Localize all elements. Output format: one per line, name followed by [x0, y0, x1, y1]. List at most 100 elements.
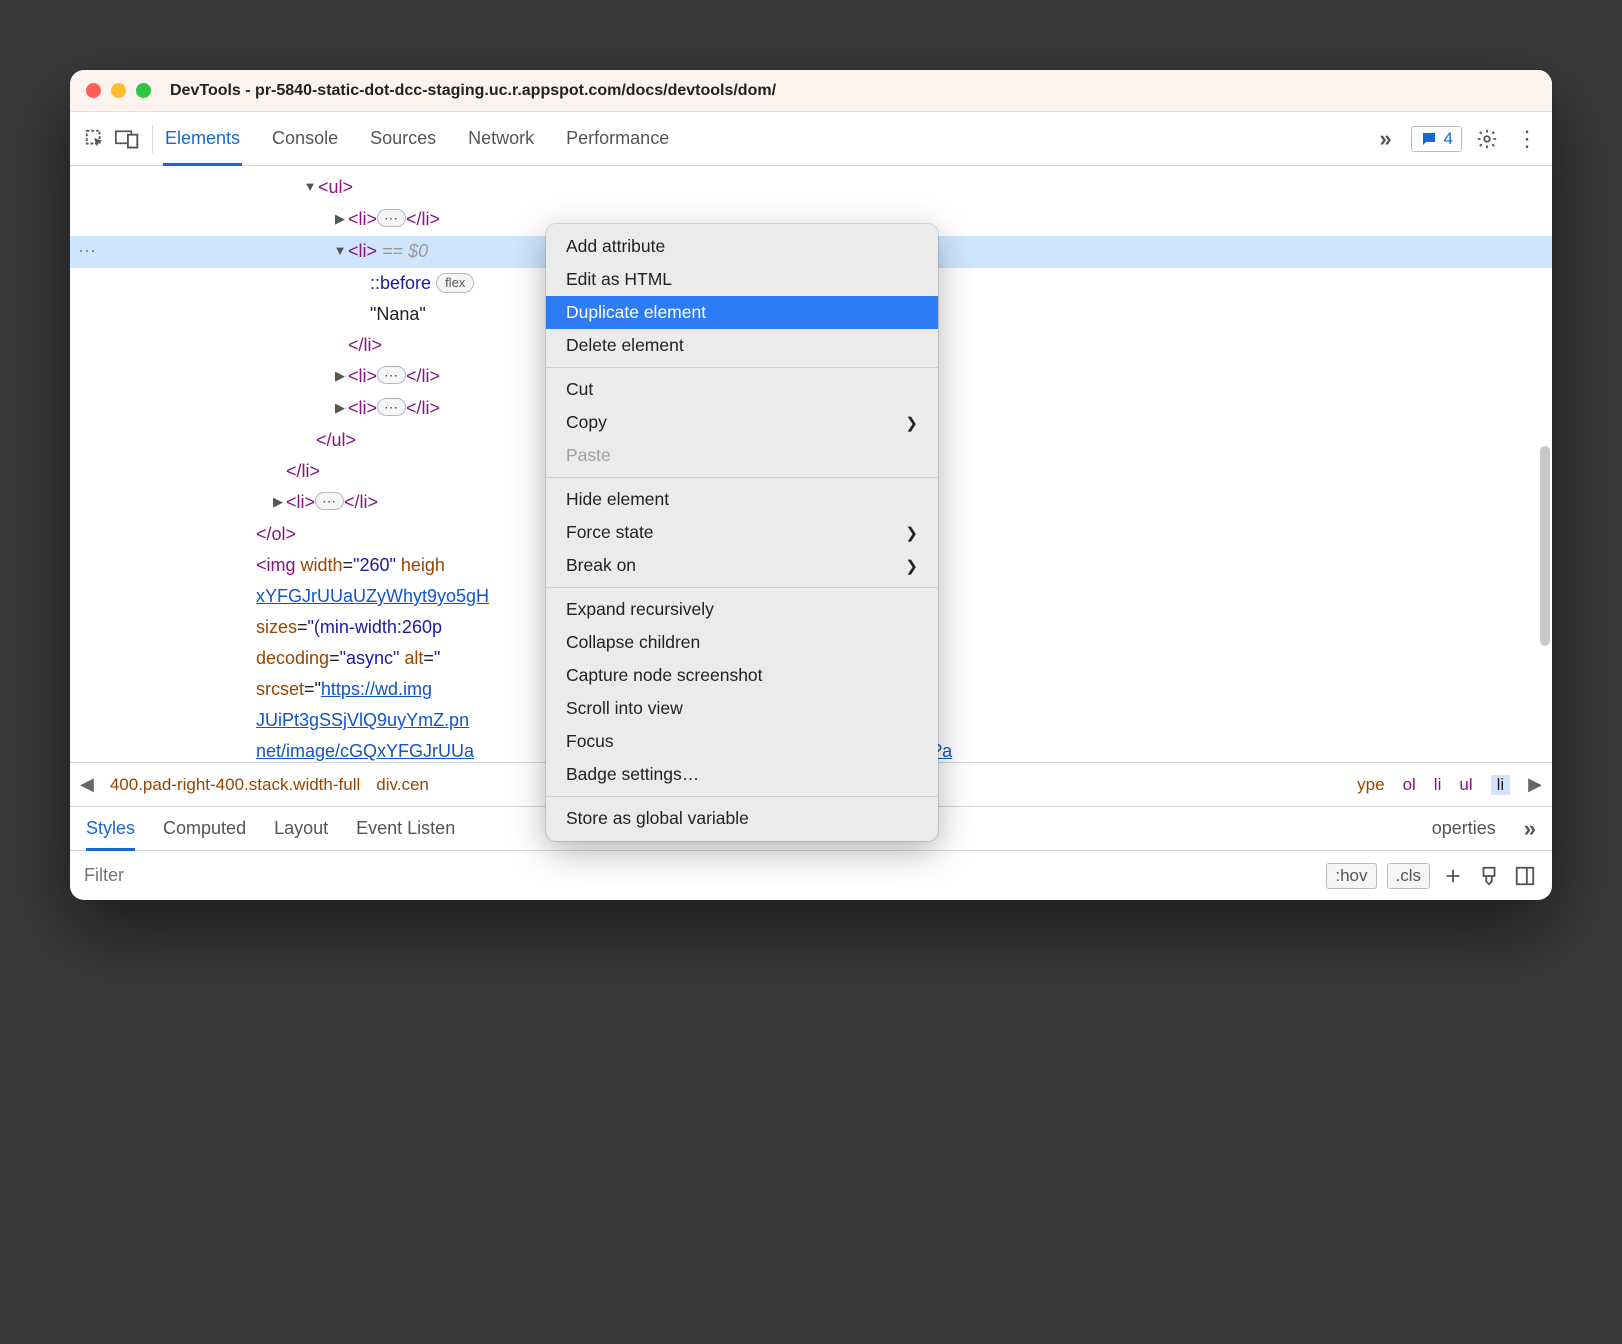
attr-width: width [296, 555, 343, 575]
styles-filter-bar: :hov .cls [70, 850, 1552, 900]
attr-sizes: sizes [256, 617, 297, 637]
subtab-styles[interactable]: Styles [86, 808, 135, 851]
more-subtabs-icon[interactable]: » [1524, 816, 1536, 842]
attr-alt: alt [399, 648, 423, 668]
maximize-window-button[interactable] [136, 83, 151, 98]
menu-separator [546, 796, 938, 797]
menu-break-on-label: Break on [566, 555, 636, 576]
gutter-dots-icon[interactable]: ⋯ [78, 236, 96, 267]
ul-close: </ul> [316, 430, 356, 450]
menu-copy-label: Copy [566, 412, 607, 433]
issues-badge[interactable]: 4 [1411, 126, 1462, 152]
subtab-properties[interactable]: operties [1432, 808, 1496, 851]
breadcrumb-left-arrow-icon[interactable]: ◀ [80, 774, 94, 795]
ellipsis-icon[interactable]: ⋯ [315, 492, 344, 510]
attr-srcset: srcset [256, 679, 304, 699]
paint-flash-icon[interactable] [1476, 863, 1502, 889]
ol-close: </ol> [256, 524, 296, 544]
equals-label: == [377, 241, 408, 261]
vertical-scrollbar[interactable] [1540, 446, 1550, 646]
submenu-arrow-icon: ❯ [905, 414, 918, 432]
menu-focus[interactable]: Focus [546, 725, 938, 758]
pseudo-before[interactable]: ::before [370, 273, 431, 293]
li-open-tag[interactable]: <li> [348, 241, 377, 261]
breadcrumb-item[interactable]: ul [1459, 775, 1472, 795]
li-tag-2[interactable]: <li> [348, 366, 377, 386]
url-fragment[interactable]: https://wd.img [321, 679, 432, 699]
ellipsis-icon[interactable]: ⋯ [377, 366, 406, 384]
submenu-arrow-icon: ❯ [905, 524, 918, 542]
url-fragment[interactable]: xYFGJrUUaUZyWhyt9yo5gH [256, 586, 489, 606]
ellipsis-icon[interactable]: ⋯ [377, 209, 406, 227]
close-window-button[interactable] [86, 83, 101, 98]
menu-badge-settings[interactable]: Badge settings… [546, 758, 938, 791]
traffic-lights [86, 83, 151, 98]
menu-add-attribute[interactable]: Add attribute [546, 230, 938, 263]
dollar-zero: $0 [408, 241, 428, 261]
menu-duplicate-element[interactable]: Duplicate element [546, 296, 938, 329]
menu-paste: Paste [546, 439, 938, 472]
menu-expand-recursively[interactable]: Expand recursively [546, 593, 938, 626]
breadcrumb-selected[interactable]: li [1491, 775, 1511, 795]
menu-edit-as-html[interactable]: Edit as HTML [546, 263, 938, 296]
url-fragment[interactable]: JUiPt3gSSjVlQ9uyYmZ.pn [256, 710, 469, 730]
submenu-arrow-icon: ❯ [905, 557, 918, 575]
flex-badge[interactable]: flex [436, 273, 474, 293]
li-close-2: </li> [406, 366, 440, 386]
img-tag[interactable]: <img [256, 555, 296, 575]
tab-performance[interactable]: Performance [564, 113, 671, 166]
li-close-4: </li> [344, 492, 378, 512]
attr-height: heigh [396, 555, 445, 575]
breadcrumb-item[interactable]: ype [1357, 775, 1384, 795]
subtab-layout[interactable]: Layout [274, 808, 328, 851]
hov-toggle[interactable]: :hov [1326, 863, 1376, 889]
subtab-computed[interactable]: Computed [163, 808, 246, 851]
menu-force-state[interactable]: Force state ❯ [546, 516, 938, 549]
menu-scroll-into-view[interactable]: Scroll into view [546, 692, 938, 725]
breadcrumb-item[interactable]: div.cen [376, 775, 429, 795]
val-width: "260" [353, 555, 396, 575]
menu-cut[interactable]: Cut [546, 373, 938, 406]
li-close-outer: </li> [286, 461, 320, 481]
url-fragment[interactable]: net/image/cGQxYFGJrUUa [256, 741, 474, 761]
context-menu: Add attribute Edit as HTML Duplicate ele… [546, 224, 938, 841]
ul-open-tag[interactable]: <ul> [318, 177, 353, 197]
main-toolbar: Elements Console Sources Network Perform… [70, 112, 1552, 166]
menu-delete-element[interactable]: Delete element [546, 329, 938, 362]
breadcrumb-item[interactable]: ol [1403, 775, 1416, 795]
ellipsis-icon[interactable]: ⋯ [377, 398, 406, 416]
window-titlebar: DevTools - pr-5840-static-dot-dcc-stagin… [70, 70, 1552, 112]
tab-sources[interactable]: Sources [368, 113, 438, 166]
li-tag[interactable]: <li> [348, 209, 377, 229]
kebab-menu-icon[interactable]: ⋮ [1512, 124, 1542, 154]
li-tag-3[interactable]: <li> [348, 398, 377, 418]
minimize-window-button[interactable] [111, 83, 126, 98]
menu-force-state-label: Force state [566, 522, 654, 543]
attr-decoding: decoding [256, 648, 329, 668]
toolbar-separator [152, 125, 153, 153]
device-toggle-icon[interactable] [112, 124, 142, 154]
menu-hide-element[interactable]: Hide element [546, 483, 938, 516]
menu-break-on[interactable]: Break on ❯ [546, 549, 938, 582]
tab-elements[interactable]: Elements [163, 113, 242, 166]
breadcrumb-item[interactable]: 400.pad-right-400.stack.width-full [110, 775, 360, 795]
text-node[interactable]: "Nana" [370, 304, 426, 324]
menu-copy[interactable]: Copy ❯ [546, 406, 938, 439]
new-style-rule-icon[interactable] [1440, 863, 1466, 889]
settings-gear-icon[interactable] [1472, 124, 1502, 154]
more-tabs-icon[interactable]: » [1371, 124, 1401, 154]
menu-store-global[interactable]: Store as global variable [546, 802, 938, 835]
tab-console[interactable]: Console [270, 113, 340, 166]
menu-capture-screenshot[interactable]: Capture node screenshot [546, 659, 938, 692]
inspect-element-icon[interactable] [80, 124, 110, 154]
subtab-event-listeners[interactable]: Event Listen [356, 808, 455, 851]
breadcrumb-item[interactable]: li [1434, 775, 1442, 795]
breadcrumb-right-arrow-icon[interactable]: ▶ [1528, 774, 1542, 795]
menu-collapse-children[interactable]: Collapse children [546, 626, 938, 659]
tab-network[interactable]: Network [466, 113, 536, 166]
computed-panel-icon[interactable] [1512, 863, 1538, 889]
cls-toggle[interactable]: .cls [1387, 863, 1431, 889]
styles-filter-input[interactable] [84, 865, 384, 886]
val-alt: " [434, 648, 440, 668]
li-tag-4[interactable]: <li> [286, 492, 315, 512]
